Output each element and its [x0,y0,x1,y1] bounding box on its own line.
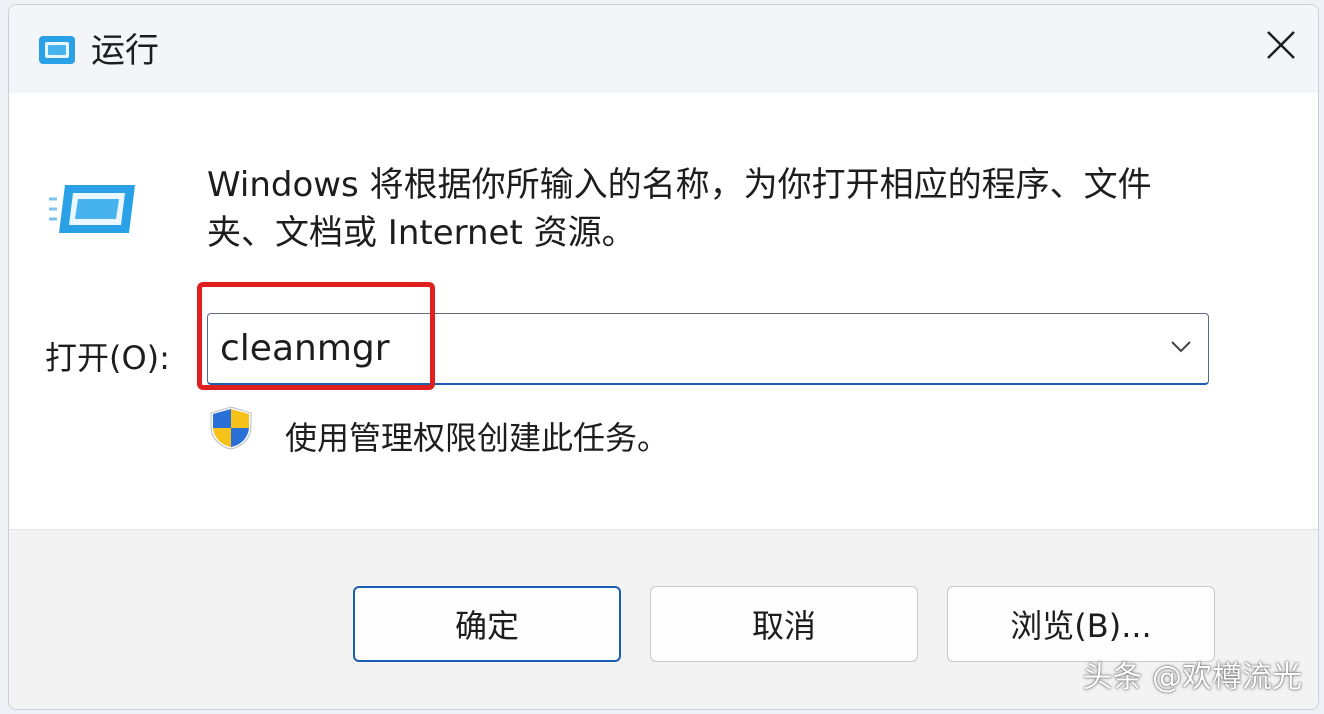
window-title: 运行 [91,31,159,71]
title-bar: 运行 [9,5,1318,93]
dialog-content: Windows 将根据你所输入的名称，为你打开相应的程序、文件夹、文档或 Int… [9,93,1318,529]
ok-button[interactable]: 确定 [353,586,621,662]
description-text: Windows 将根据你所输入的名称，为你打开相应的程序、文件夹、文档或 Int… [207,165,1152,253]
cancel-button[interactable]: 取消 [650,586,918,662]
close-button[interactable] [1244,5,1318,89]
chevron-down-icon[interactable] [1166,332,1196,362]
browse-button[interactable]: 浏览(B)... [947,586,1215,662]
run-icon [35,33,79,71]
open-label: 打开(O): [45,339,170,377]
open-input[interactable] [220,314,1120,383]
shield-icon [207,405,255,455]
open-combobox[interactable] [207,313,1209,385]
admin-privilege-text: 使用管理权限创建此任务。 [285,419,670,457]
run-dialog: 运行 Windows 将根据你所输入的名称，为你打开相应的程序、文件夹、文档或 … [8,4,1319,710]
close-icon [1266,30,1296,64]
run-icon [47,179,139,243]
watermark-text: 头条 @欢樽流光 [1082,660,1302,695]
